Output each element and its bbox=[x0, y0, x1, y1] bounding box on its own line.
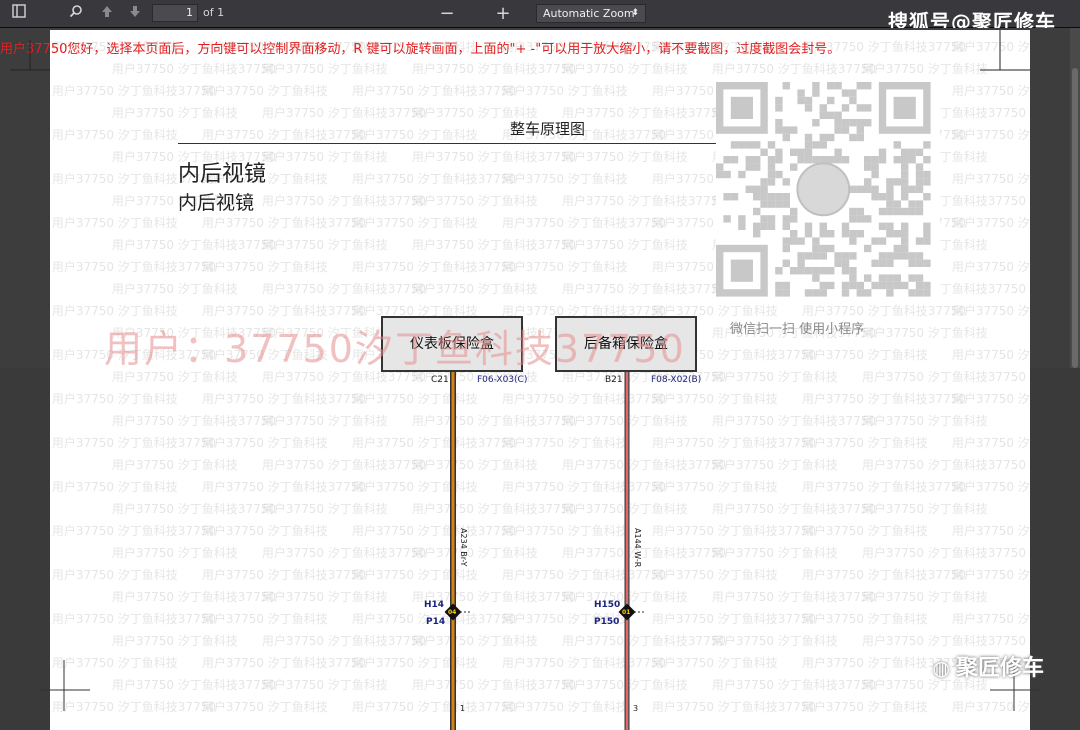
crop-marks bbox=[10, 30, 1040, 711]
wechat-icon: ◍ bbox=[932, 656, 950, 680]
wechat-brand: ◍ 聚匠修车 bbox=[933, 650, 1044, 682]
wechat-brand-label: 聚匠修车 bbox=[955, 656, 1044, 681]
